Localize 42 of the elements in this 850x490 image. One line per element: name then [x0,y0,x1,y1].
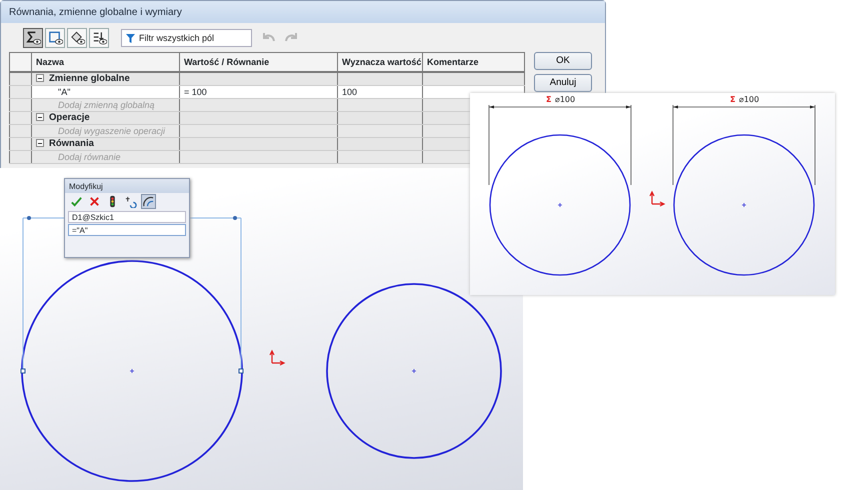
value-field[interactable]: ="A" [68,224,186,236]
group-label: Równania [49,138,94,148]
sketch-circle[interactable] [673,134,815,276]
sum-mark: Σ [730,95,736,104]
expand-toggle[interactable] [36,74,44,82]
column-header: Wartość / Równanie [180,52,338,72]
ordered-view-button[interactable] [67,28,87,48]
dimension-value[interactable]: ⌀100 [555,95,576,104]
dimension-value[interactable]: ⌀100 [739,95,760,104]
popup-title: Modyfikuj [65,179,189,193]
dimension-mark-icon[interactable] [141,194,156,209]
cancel-button[interactable]: Anuluj [534,74,592,92]
value-cell[interactable]: = 100 [184,86,207,96]
group-label: Zmienne globalne [49,72,130,84]
reset-icon[interactable] [123,194,138,209]
sketch-circle[interactable] [489,134,631,276]
sum-mark: Σ [546,95,552,104]
origin-icon [269,350,286,366]
center-mark [558,202,562,208]
center-mark [742,202,746,208]
filter-field[interactable]: Filtr wszystkich pól [121,28,252,46]
group-label: Operacje [49,112,90,122]
origin-icon [649,190,666,207]
center-mark [130,368,134,374]
sketch-circle[interactable] [21,260,243,482]
window-title: Równania, zmienne globalne i wymiary [1,1,605,23]
center-mark [412,368,416,374]
column-header: Nazwa [32,52,180,72]
variable-name: "A" [57,86,70,98]
sketch-view-button[interactable] [45,28,65,48]
dimension-line[interactable] [672,104,816,186]
dimension-line[interactable] [488,104,632,186]
column-header: Wyznacza wartość [338,52,422,72]
sorted-view-button[interactable] [89,28,109,48]
equations-view-button[interactable] [23,28,43,48]
expand-toggle[interactable] [36,112,44,120]
ok-button[interactable]: OK [534,52,592,70]
sketch-circle[interactable] [326,283,502,459]
column-header: Komentarze [422,52,524,72]
expand-toggle[interactable] [36,138,44,146]
result-cell: 100 [342,86,358,96]
dimension-name-field[interactable]: D1@Szkic1 [68,211,186,223]
